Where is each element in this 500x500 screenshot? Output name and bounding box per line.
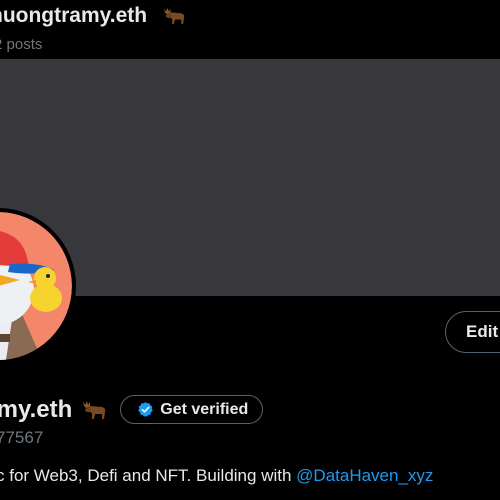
bio: c for Web3, Defi and NFT. Building with … — [0, 466, 433, 486]
display-name: tramy.eth — [0, 395, 73, 423]
post-count: 2 posts — [0, 36, 43, 53]
name-row: tramy.eth Get verified — [0, 395, 264, 424]
get-verified-label: Get verified — [160, 400, 249, 418]
bio-mention-link[interactable]: @DataHaven_xyz — [296, 466, 433, 485]
profile-banner[interactable] — [0, 59, 500, 296]
edit-profile-button[interactable]: Edit — [445, 311, 500, 353]
profile-page: huongtramy.eth 2 posts — [0, 0, 500, 500]
profile-header: huongtramy.eth 2 posts — [0, 0, 500, 58]
header-title: huongtramy.eth — [0, 4, 187, 28]
bio-text: c for Web3, Defi and NFT. Building with — [0, 466, 297, 485]
get-verified-button[interactable]: Get verified — [120, 395, 264, 424]
edit-profile-label: Edit — [466, 322, 499, 341]
header-name: huongtramy.eth — [0, 4, 148, 27]
moose-icon — [164, 7, 185, 25]
moose-icon — [83, 400, 106, 419]
verified-badge-icon — [138, 402, 153, 417]
handle: 77567 — [0, 428, 44, 447]
